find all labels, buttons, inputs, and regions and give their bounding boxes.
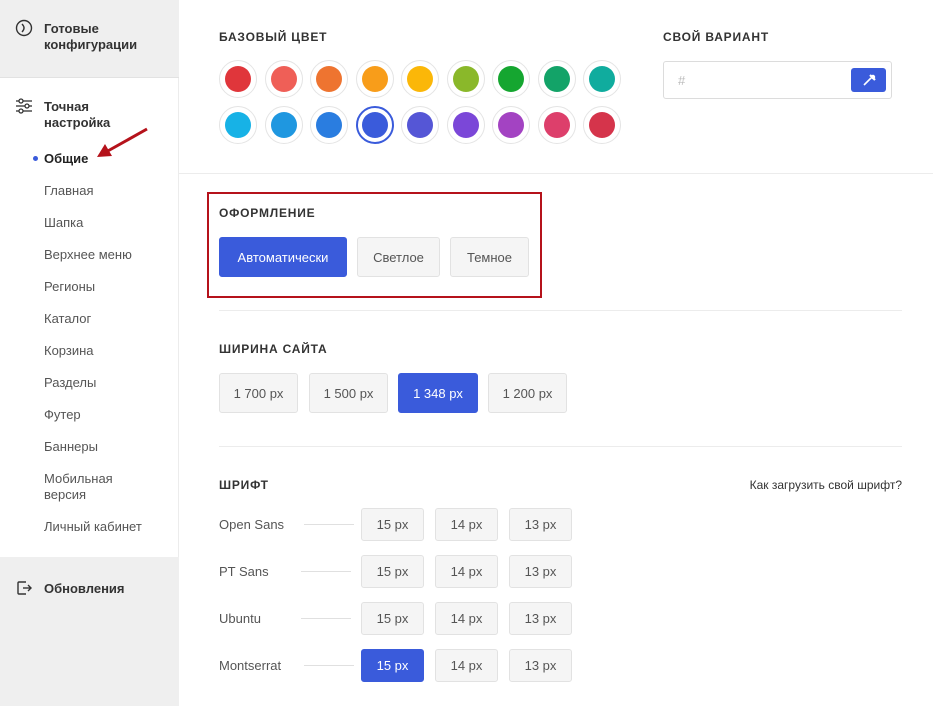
annotation-frame: [207, 192, 542, 298]
color-swatch[interactable]: [537, 60, 576, 98]
color-swatch[interactable]: [537, 106, 576, 144]
color-swatch-fill: [270, 112, 297, 138]
font-size-button[interactable]: 14 px: [435, 508, 498, 541]
color-swatch-fill: [361, 66, 388, 92]
sidebar-item-mobile[interactable]: Мобильная версия: [44, 471, 139, 503]
font-row-connector: [301, 618, 351, 619]
sidebar-item-top-menu[interactable]: Верхнее меню: [44, 247, 132, 263]
color-swatch-fill: [452, 66, 479, 92]
color-swatch-fill: [452, 112, 479, 138]
color-swatch[interactable]: [492, 60, 530, 98]
annotation-arrow: [97, 127, 148, 157]
font-size-button[interactable]: 15 px: [361, 555, 424, 588]
font-name-label: Ubuntu: [219, 611, 261, 626]
width-1348-button[interactable]: 1 348 px: [398, 373, 478, 413]
color-swatch[interactable]: [264, 106, 303, 144]
sidebar: Готовые конфигурации Точная настройка Об…: [0, 0, 179, 706]
base-color-title: БАЗОВЫЙ ЦВЕТ: [219, 30, 328, 44]
settings-panel: БАЗОВЫЙ ЦВЕТ СВОЙ ВАРИАНТ # ОФОРМЛЕНИЕ А…: [179, 0, 933, 706]
font-size-button[interactable]: 13 px: [509, 602, 572, 635]
font-name-label: Open Sans: [219, 517, 285, 532]
color-swatch-fill: [407, 66, 433, 92]
divider: [179, 173, 933, 174]
color-swatch[interactable]: [219, 60, 257, 98]
font-title: ШРИФТ: [219, 478, 269, 492]
font-size-button[interactable]: 15 px: [361, 602, 424, 635]
color-swatch-fill: [225, 66, 251, 92]
color-swatch-fill: [316, 66, 342, 92]
font-name-label: PT Sans: [219, 564, 269, 579]
font-size-button[interactable]: 15 px: [361, 649, 424, 682]
custom-color-placeholder: #: [678, 73, 686, 88]
color-swatch-fill: [361, 112, 388, 138]
sidebar-item-footer[interactable]: Футер: [44, 407, 81, 423]
ready-configs-section[interactable]: Готовые конфигурации: [0, 0, 179, 78]
color-swatch[interactable]: [492, 106, 530, 144]
font-name-label: Montserrat: [219, 658, 282, 673]
divider: [219, 446, 902, 447]
sidebar-item-cart[interactable]: Корзина: [44, 343, 94, 359]
sidebar-item-banners[interactable]: Баннеры: [44, 439, 98, 455]
color-swatch-fill: [270, 66, 297, 92]
width-1700-button[interactable]: 1 700 px: [219, 373, 298, 413]
color-swatch-fill: [316, 112, 342, 138]
logout-icon: [17, 581, 32, 595]
font-size-button[interactable]: 14 px: [435, 602, 498, 635]
width-1500-button[interactable]: 1 500 px: [309, 373, 388, 413]
color-swatch-fill: [498, 66, 524, 92]
color-swatch[interactable]: [355, 60, 394, 98]
font-row-connector: [304, 665, 354, 666]
eyedropper-button[interactable]: [851, 68, 886, 92]
updates-section[interactable]: Обновления: [0, 557, 179, 706]
sidebar-item-regions[interactable]: Регионы: [44, 279, 95, 295]
divider: [219, 310, 902, 311]
color-swatch[interactable]: [310, 106, 348, 144]
color-swatch-fill: [498, 112, 524, 138]
palette-icon: [15, 19, 33, 37]
width-1200-button[interactable]: 1 200 px: [488, 373, 567, 413]
font-size-button[interactable]: 14 px: [435, 649, 498, 682]
color-swatch[interactable]: [264, 60, 303, 98]
font-size-button[interactable]: 13 px: [509, 555, 572, 588]
color-swatch[interactable]: [355, 106, 394, 144]
font-size-button[interactable]: 13 px: [509, 649, 572, 682]
color-swatch-fill: [407, 112, 433, 138]
sidebar-item-header[interactable]: Шапка: [44, 215, 83, 231]
upload-font-link[interactable]: Как загрузить свой шрифт?: [750, 478, 902, 492]
custom-color-input[interactable]: #: [663, 61, 892, 99]
custom-color-title: СВОЙ ВАРИАНТ: [663, 30, 769, 44]
color-swatch-fill: [543, 66, 570, 92]
font-row-connector: [301, 571, 351, 572]
color-swatch[interactable]: [219, 106, 257, 144]
color-swatch[interactable]: [446, 60, 485, 98]
color-swatch[interactable]: [583, 60, 621, 98]
updates-label: Обновления: [44, 581, 125, 596]
active-dot: [33, 156, 38, 161]
sidebar-item-sections[interactable]: Разделы: [44, 375, 96, 391]
sliders-icon: [16, 98, 32, 114]
color-swatch[interactable]: [401, 60, 439, 98]
sidebar-item-main[interactable]: Главная: [44, 183, 93, 199]
color-swatch-fill: [589, 66, 615, 92]
site-width-title: ШИРИНА САЙТА: [219, 342, 328, 356]
color-swatch-fill: [225, 112, 251, 138]
sidebar-item-catalog[interactable]: Каталог: [44, 311, 91, 327]
sidebar-item-account[interactable]: Личный кабинет: [44, 519, 142, 535]
ready-configs-label: Готовые конфигурации: [44, 21, 138, 52]
color-swatch[interactable]: [310, 60, 348, 98]
color-swatch-fill: [589, 112, 615, 138]
color-swatch[interactable]: [401, 106, 439, 144]
font-size-button[interactable]: 14 px: [435, 555, 498, 588]
color-swatch[interactable]: [446, 106, 485, 144]
font-size-button[interactable]: 15 px: [361, 508, 424, 541]
font-size-button[interactable]: 13 px: [509, 508, 572, 541]
sidebar-item-general[interactable]: Общие: [44, 151, 88, 167]
color-swatch[interactable]: [583, 106, 621, 144]
font-row-connector: [304, 524, 354, 525]
eyedropper-icon: [863, 74, 876, 86]
color-swatch-fill: [543, 112, 570, 138]
